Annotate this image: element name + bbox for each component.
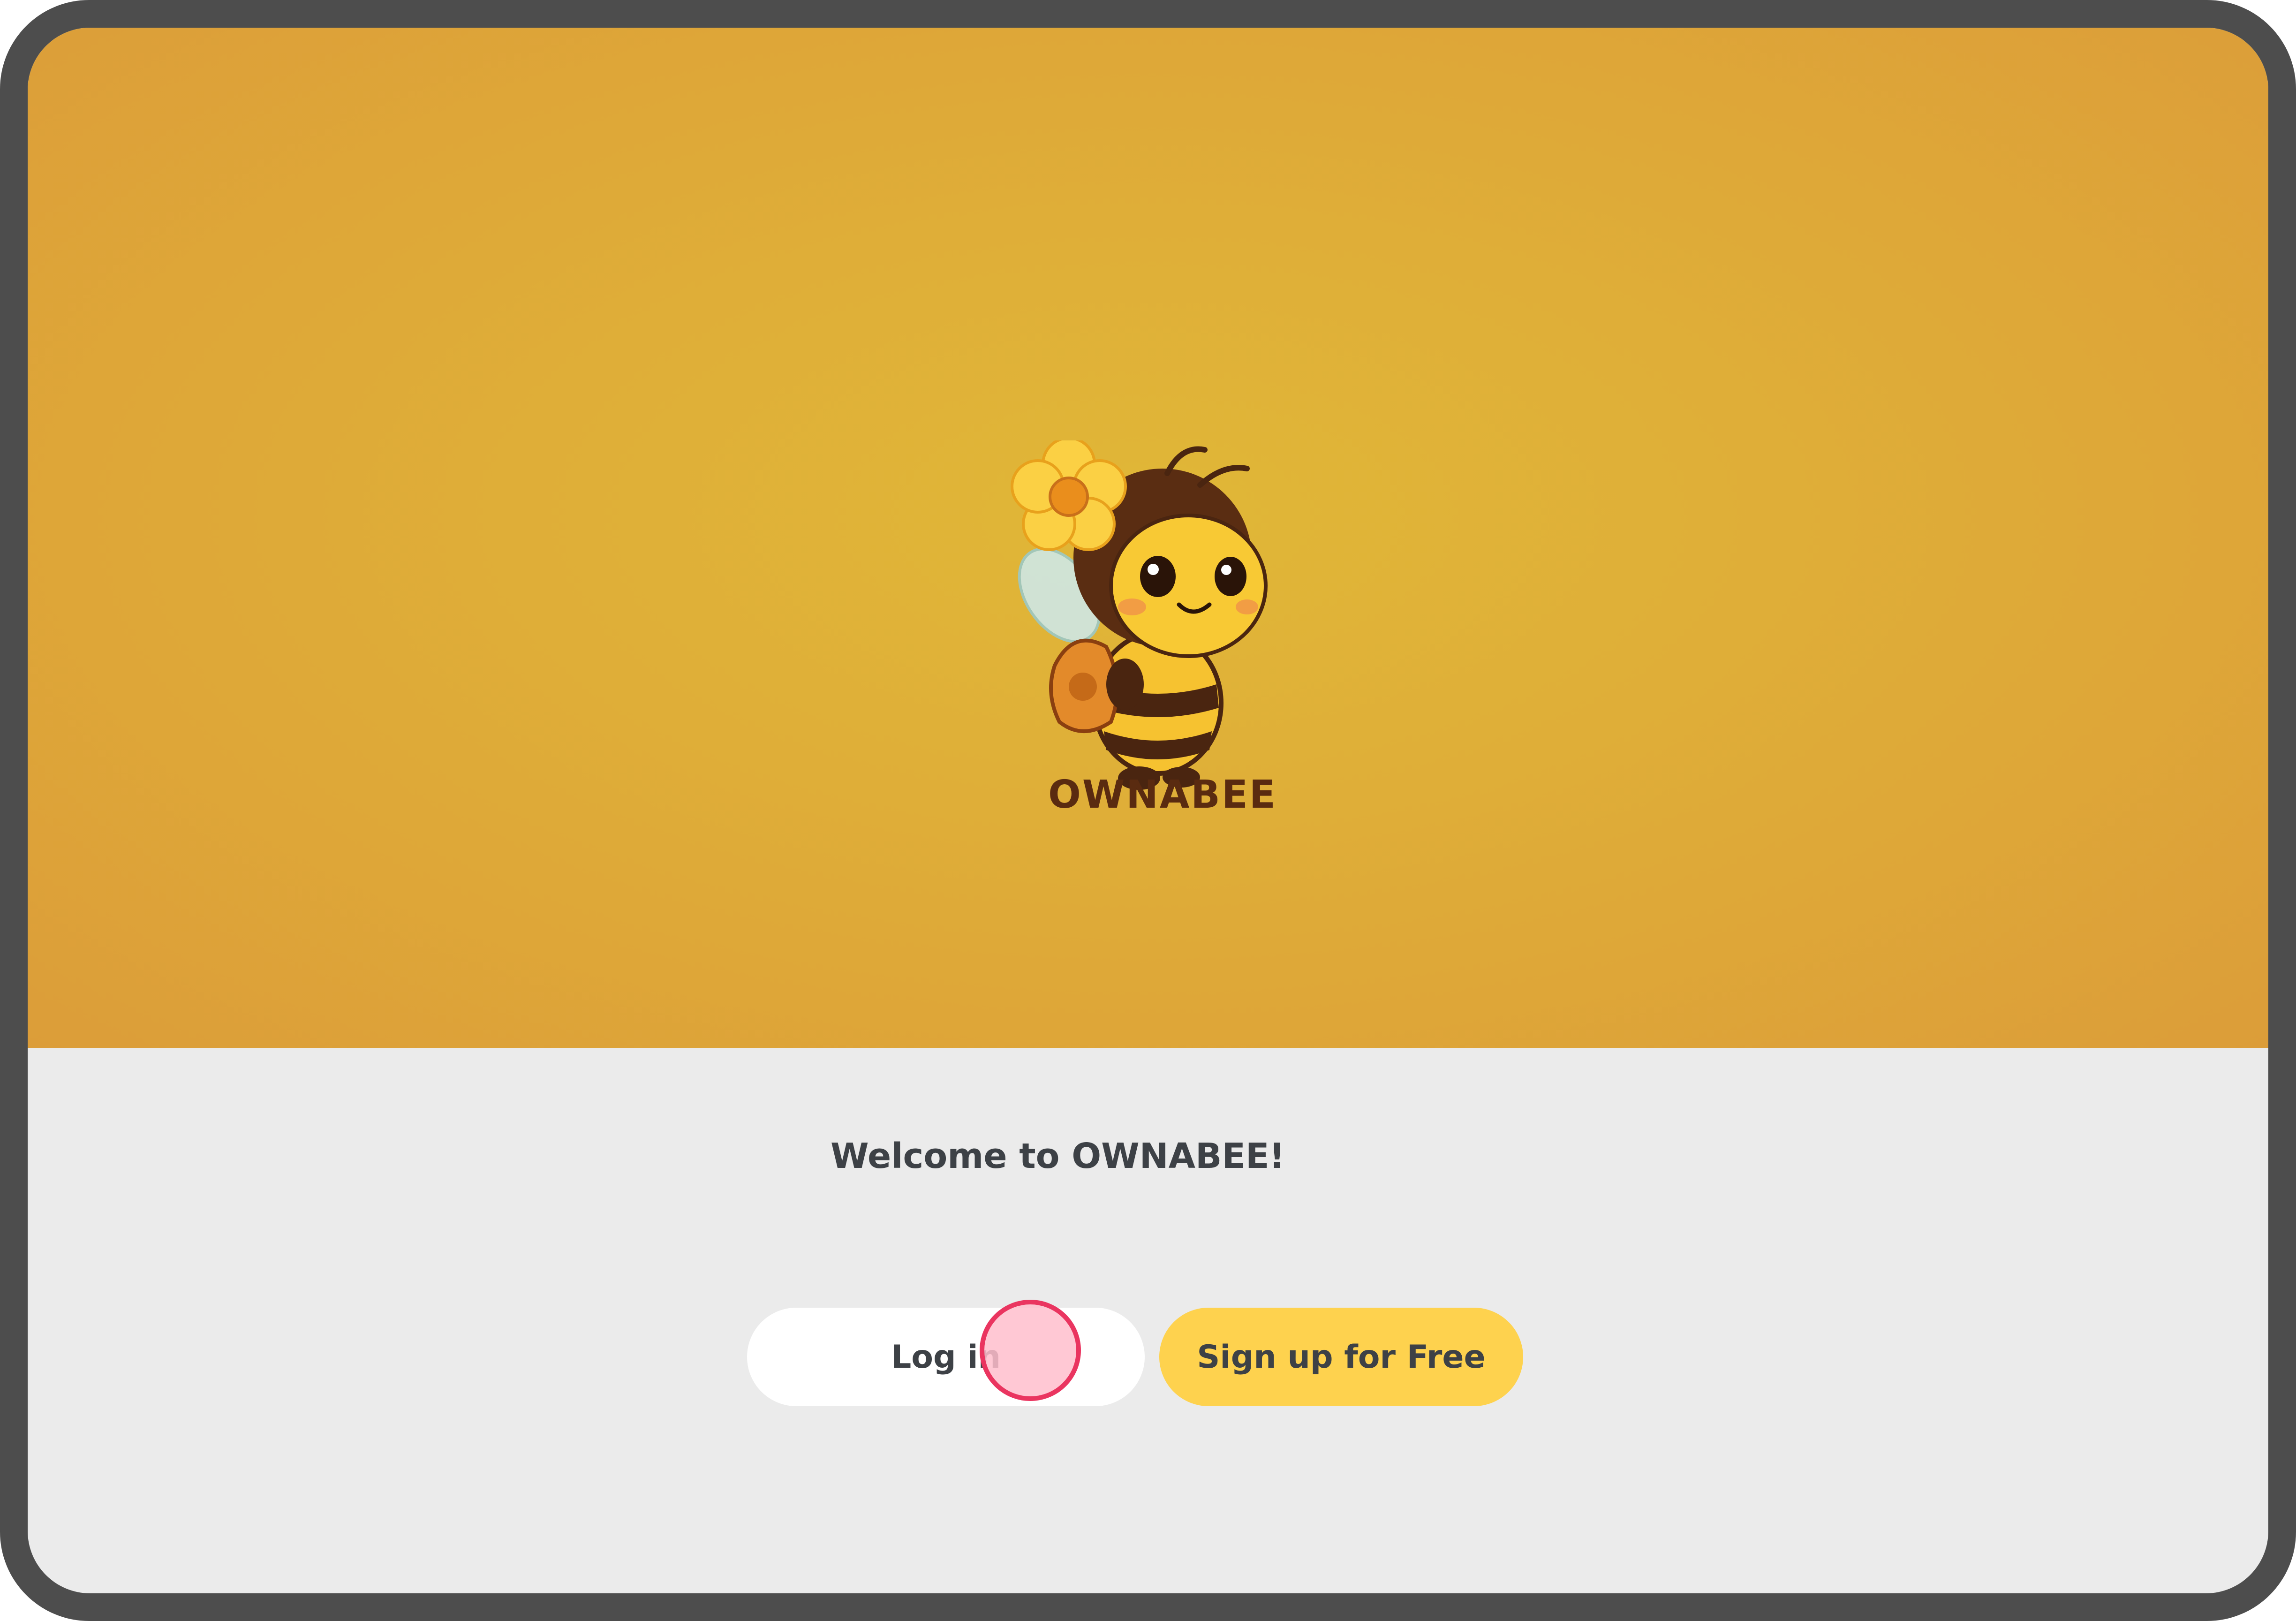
welcome-panel: Welcome to OWNABEE! Log in Sign up for F… (28, 1048, 2268, 1593)
app-screen: OWNABEE Welcome to OWNABEE! Log in Sign … (28, 28, 2268, 1593)
welcome-heading: Welcome to OWNABEE! (831, 1136, 1285, 1176)
brand-name: OWNABEE (1048, 773, 1277, 817)
login-button[interactable]: Log in (747, 1308, 1145, 1406)
signup-button[interactable]: Sign up for Free (1159, 1308, 1523, 1406)
device-frame: OWNABEE Welcome to OWNABEE! Log in Sign … (0, 0, 2296, 1621)
hero-banner: OWNABEE (28, 28, 2268, 1048)
